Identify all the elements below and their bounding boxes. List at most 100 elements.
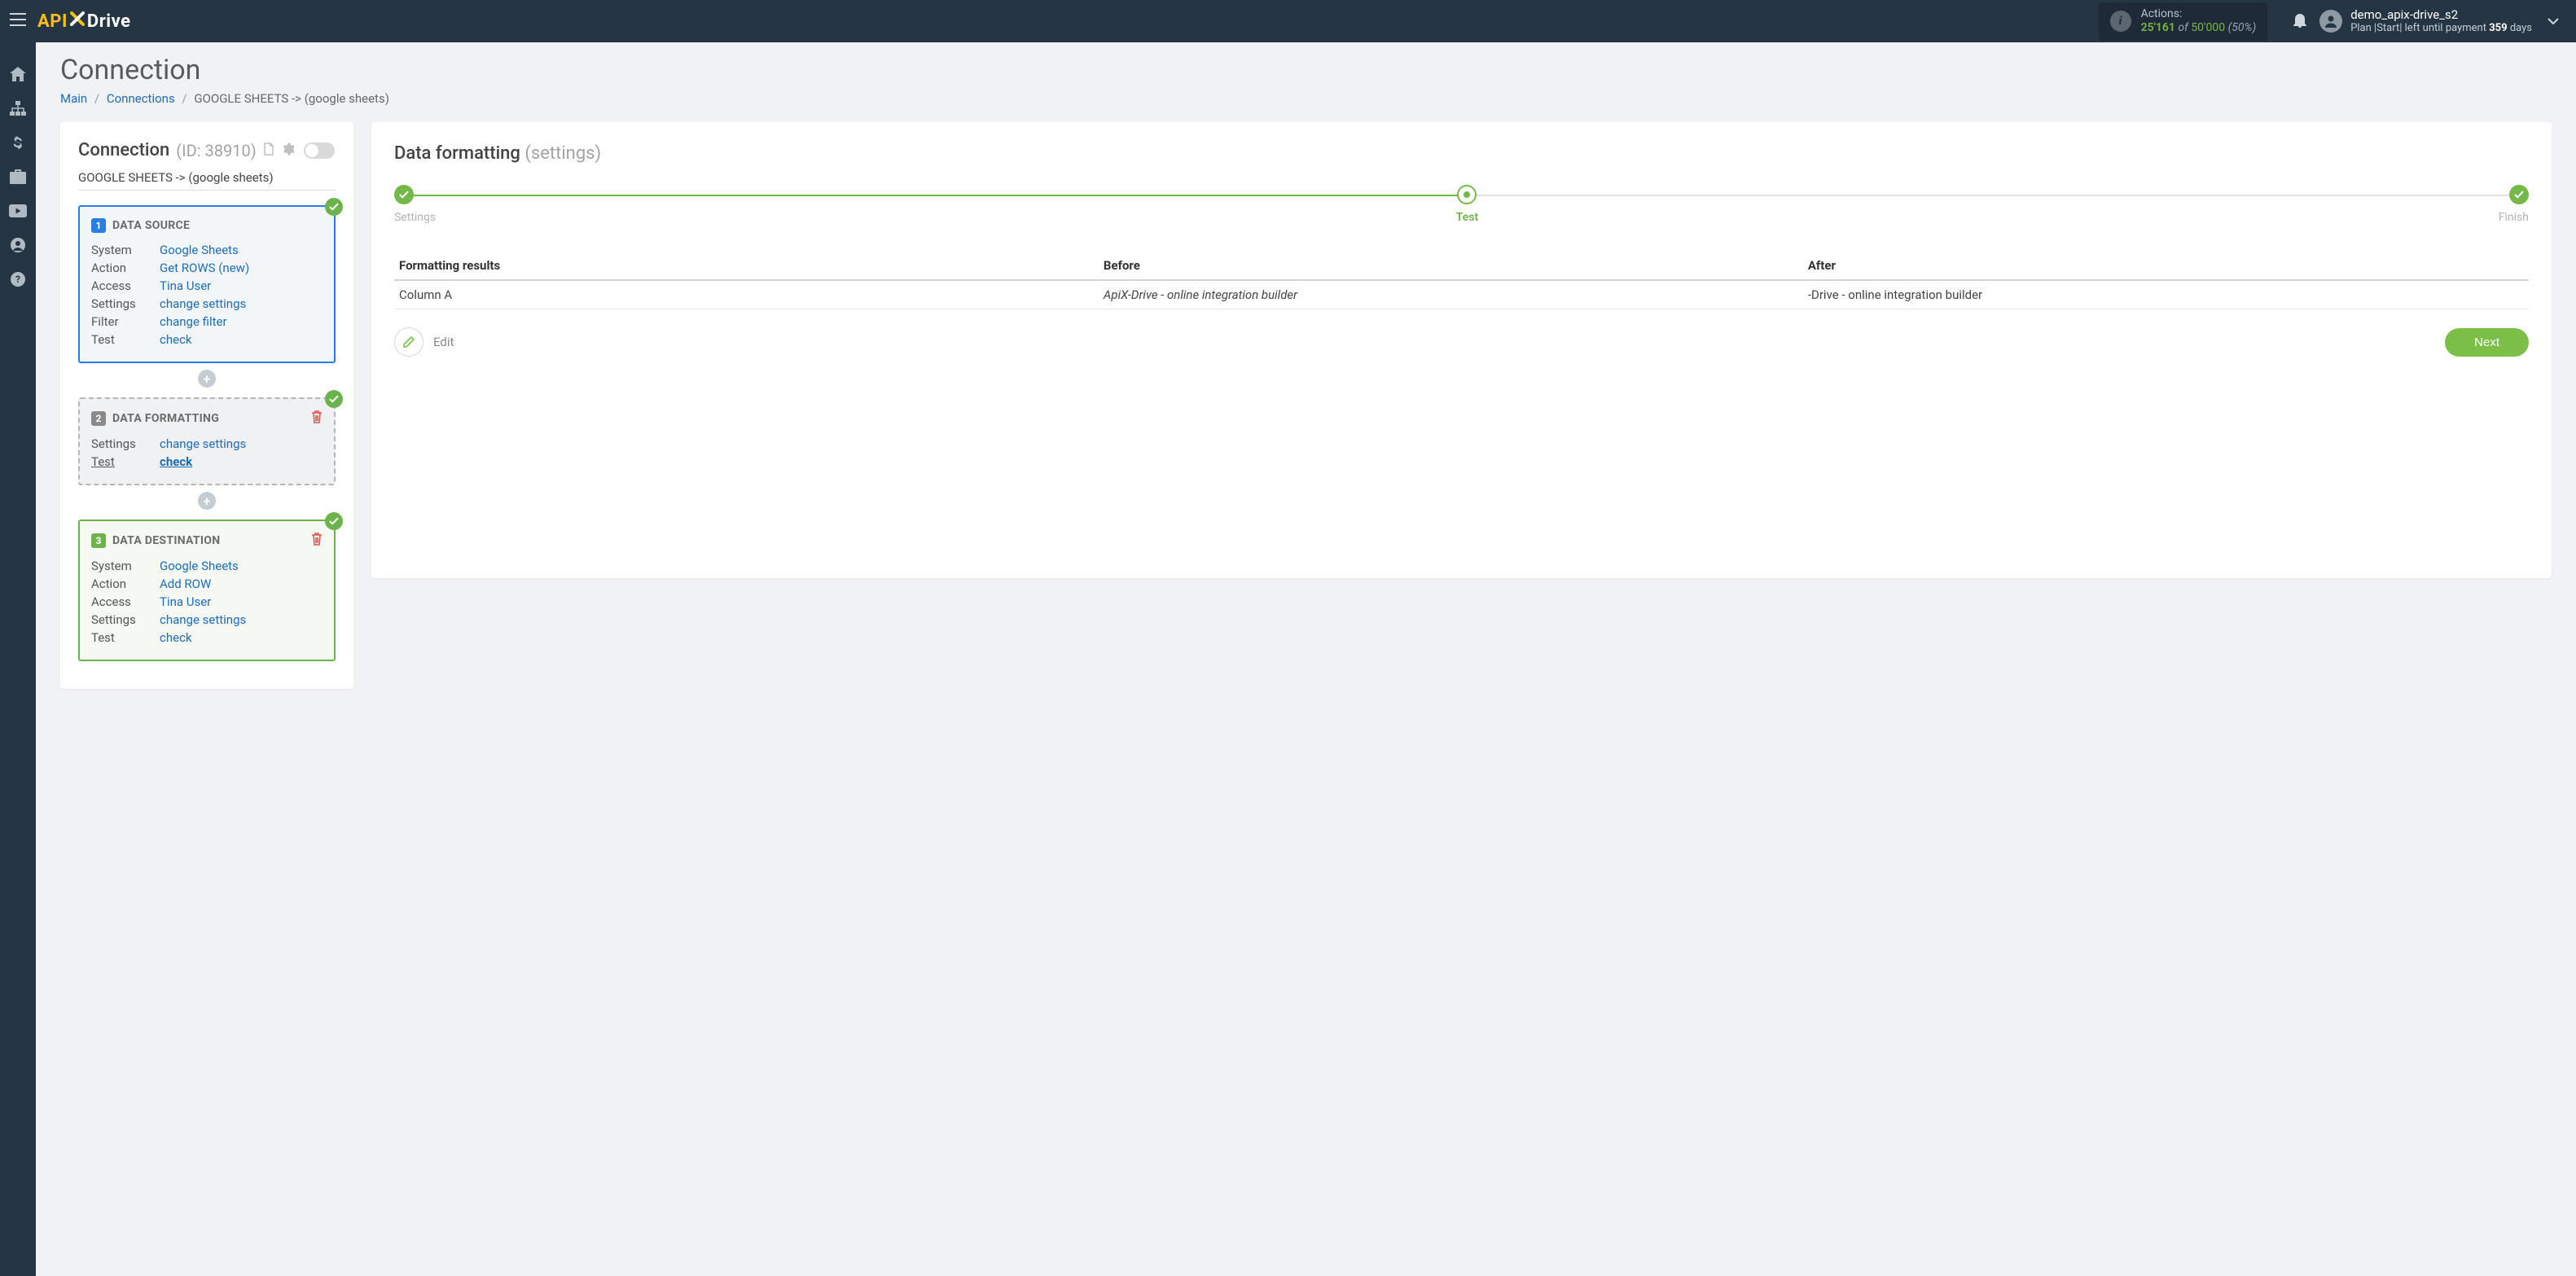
sidebar-item-connections[interactable] [0,93,36,127]
data-formatting-title: DATA FORMATTING [112,412,219,425]
data-formatting-panel: Data formatting (settings) Settings Test [371,122,2552,578]
trash-icon [311,412,323,427]
sidebar-item-tasks[interactable] [0,161,36,195]
check-icon [329,517,339,525]
sidebar-item-billing[interactable] [0,127,36,161]
check-badge [325,512,343,530]
step-badge-3: 3 [91,533,106,548]
menu-icon [10,13,26,29]
trash-icon [311,534,323,549]
data-destination-title: DATA DESTINATION [112,534,220,547]
step-done-icon [2509,185,2529,204]
main: Connection Main / Connections / GOOGLE S… [36,42,2576,713]
user-name: demo_apix-drive_s2 [2350,7,2532,23]
row-label: Settings [91,612,156,627]
format-test-link[interactable]: check [160,454,192,469]
logo[interactable]: API Drive [37,10,130,33]
row-label: Test [91,630,156,645]
connection-title: Connection [78,140,169,160]
breadcrumb-connections[interactable]: Connections [107,91,175,106]
row-label: Settings [91,296,156,311]
sidebar-item-account[interactable] [0,230,36,264]
logo-x-icon [68,10,86,33]
source-action-link[interactable]: Get ROWS (new) [160,261,249,275]
data-formatting-box: 2 DATA FORMATTING Settings change setting… [78,397,336,485]
right-title: Data formatting (settings) [394,143,2529,164]
chevron-down-icon [2547,14,2559,29]
add-step-button[interactable]: + [198,370,216,388]
row-label: Test [91,454,156,469]
breadcrumb-current: GOOGLE SHEETS -> (google sheets) [194,91,389,106]
notifications-button[interactable] [2284,11,2316,31]
briefcase-icon [10,169,26,187]
row-label: Settings [91,436,156,451]
dest-system-link[interactable]: Google Sheets [160,559,239,573]
step-done-icon [394,185,414,204]
check-badge [325,198,343,216]
actions-label: Actions: [2141,7,2257,22]
edit-label: Edit [433,335,454,349]
cell-before: ApiX-Drive - online integration builder [1099,280,1803,309]
cell-column: Column A [394,280,1099,309]
edit-icon-circle [394,327,423,357]
pencil-icon [402,335,415,349]
source-filter-link[interactable]: change filter [160,314,227,329]
delete-destination-button[interactable] [311,533,323,549]
dest-settings-link[interactable]: change settings [160,612,246,627]
dest-action-link[interactable]: Add ROW [160,577,211,591]
breadcrumb-main[interactable]: Main [60,91,87,106]
step-finish[interactable]: Finish [2499,185,2529,224]
hamburger-menu[interactable] [0,0,36,42]
sidebar: ? [0,42,36,1276]
next-button[interactable]: Next [2445,328,2529,357]
connection-name[interactable]: GOOGLE SHEETS -> (google sheets) [78,170,336,191]
bell-icon [2293,11,2307,31]
connection-toggle[interactable] [304,143,335,159]
copy-button[interactable] [263,143,274,159]
sidebar-item-video[interactable] [0,195,36,230]
check-icon [329,203,339,211]
dollar-icon [13,134,23,154]
document-icon [263,144,274,159]
delete-formatting-button[interactable] [311,410,323,427]
edit-button[interactable]: Edit [394,327,454,357]
settings-button[interactable] [281,143,294,159]
dest-test-link[interactable]: check [160,630,192,645]
source-system-link[interactable]: Google Sheets [160,243,239,257]
home-icon [10,67,26,85]
actions-counter[interactable]: i Actions: 25'161 of 50'000 (50%) [2099,2,2268,41]
source-test-link[interactable]: check [160,332,192,347]
connection-id: (ID: 38910) [176,141,256,160]
format-settings-link[interactable]: change settings [160,436,246,451]
gear-icon [281,144,294,159]
col-before: Before [1099,252,1803,280]
user-menu[interactable]: demo_apix-drive_s2 Plan |Start| left unt… [2319,7,2532,36]
row-label: Access [91,278,156,293]
data-source-title: DATA SOURCE [112,219,190,232]
dest-access-link[interactable]: Tina User [160,594,211,609]
cell-after: -Drive - online integration builder [1803,280,2529,309]
help-icon: ? [11,272,25,290]
col-after: After [1803,252,2529,280]
page-title: Connection [60,54,2552,86]
table-row: Column A ApiX-Drive - online integration… [394,280,2529,309]
step-test[interactable]: Test [1456,185,1478,224]
row-label: Access [91,594,156,609]
step-badge-2: 2 [91,411,106,426]
row-label: System [91,559,156,573]
user-plan: Plan |Start| left until payment 359 days [2350,22,2532,35]
row-label: System [91,243,156,257]
step-settings[interactable]: Settings [394,185,436,224]
sidebar-item-help[interactable]: ? [0,264,36,298]
source-access-link[interactable]: Tina User [160,278,211,293]
add-step-button[interactable]: + [198,492,216,510]
logo-api: API [37,11,68,32]
step-badge-1: 1 [91,218,106,233]
svg-text:?: ? [15,274,20,285]
avatar-icon [2319,10,2342,33]
user-menu-chevron[interactable] [2537,14,2569,29]
sidebar-item-home[interactable] [0,59,36,93]
data-destination-box: 3 DATA DESTINATION System Google Sheets A… [78,520,336,661]
actions-values: 25'161 of 50'000 (50%) [2141,21,2257,36]
source-settings-link[interactable]: change settings [160,296,246,311]
